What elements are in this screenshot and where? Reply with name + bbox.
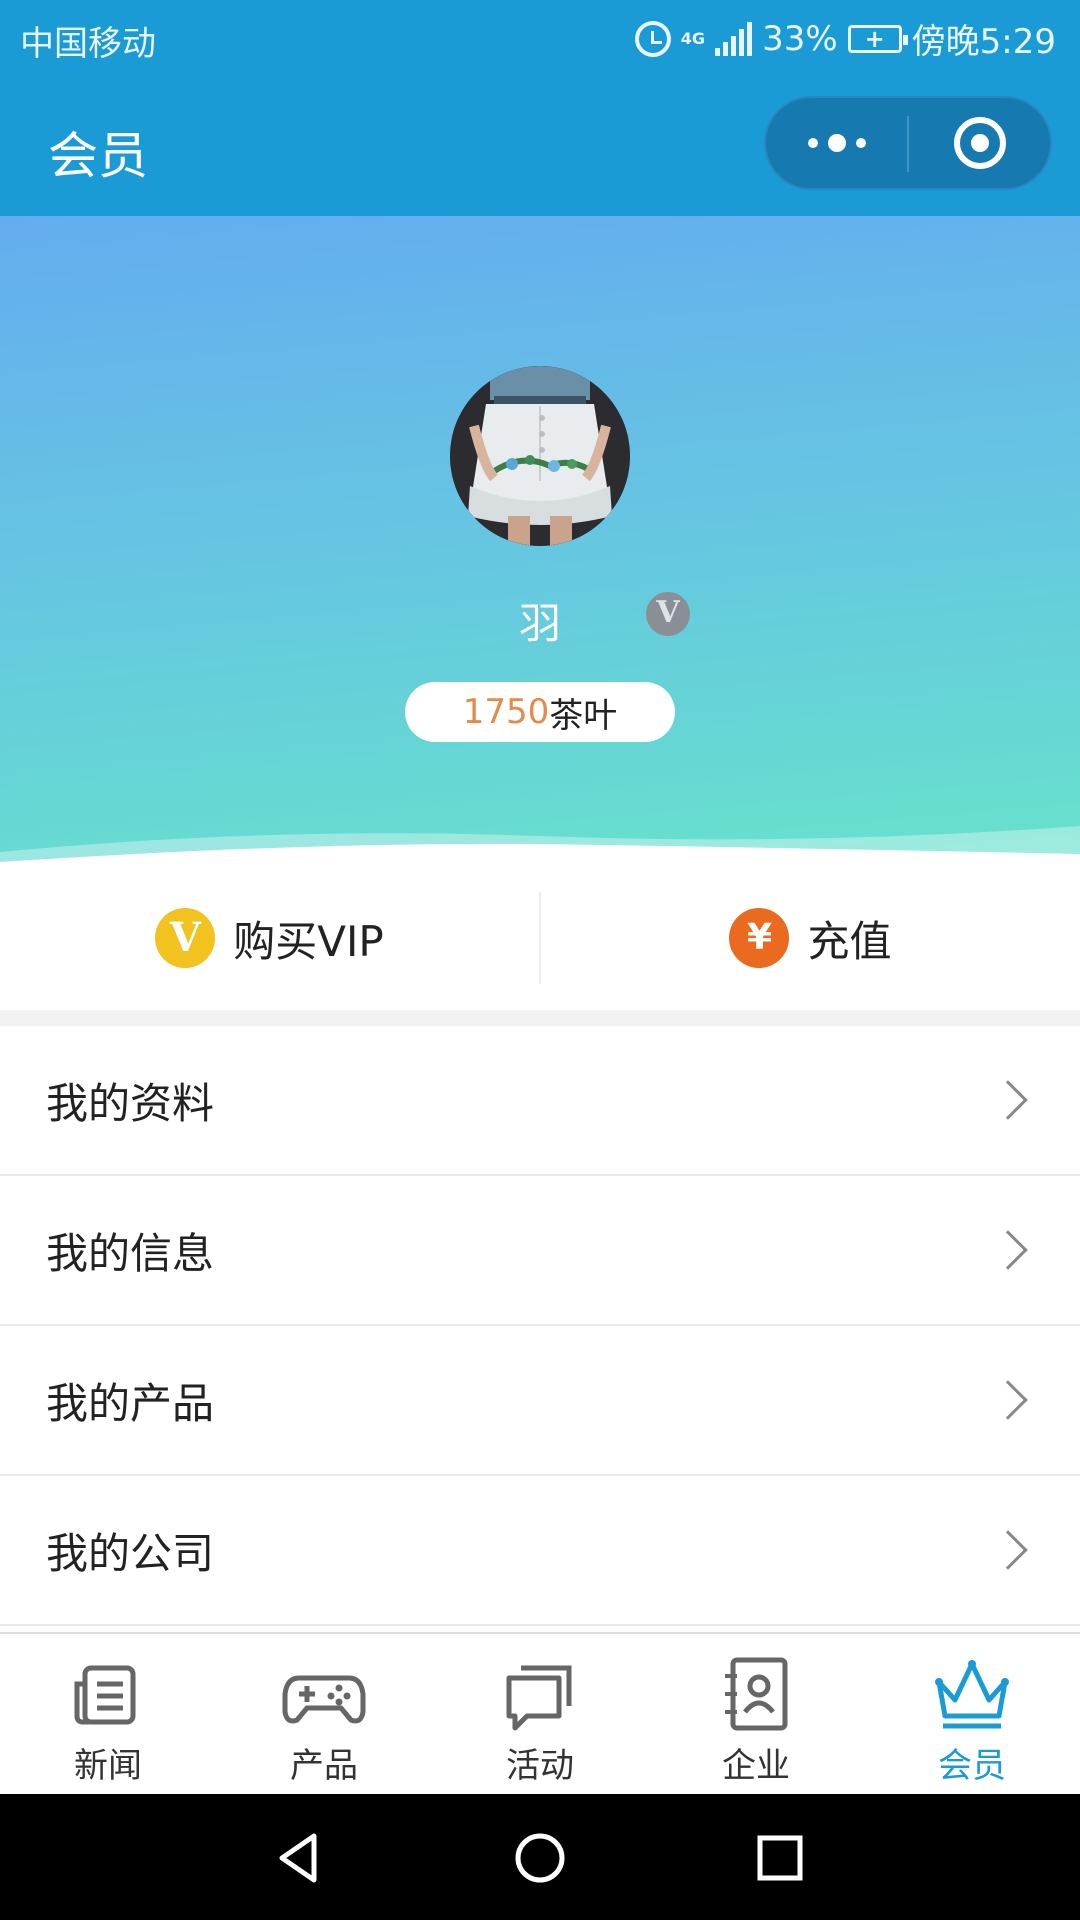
battery-percent: 33%	[762, 18, 838, 59]
vip-badge-icon: V	[646, 592, 690, 636]
action-row: V 购买VIP ¥ 充值	[0, 866, 1080, 1010]
menu-item-my-products[interactable]: 我的产品	[0, 1326, 1080, 1476]
buy-vip-label: 购买VIP	[233, 916, 384, 966]
tab-products[interactable]: 产品	[216, 1634, 432, 1794]
target-circle-icon	[953, 117, 1006, 169]
tab-label: 产品	[290, 1746, 358, 1786]
menu-item-my-info[interactable]: 我的信息	[0, 1176, 1080, 1326]
header-wave	[0, 826, 1080, 866]
back-triangle-icon[interactable]	[270, 1828, 330, 1888]
recents-square-icon[interactable]	[750, 1828, 810, 1888]
menu-item-label: 我的产品	[46, 1378, 215, 1428]
chevron-right-icon	[988, 1080, 1028, 1120]
avatar[interactable]	[450, 366, 630, 546]
profile-header: 羽 V 1750 茶叶	[0, 216, 1080, 866]
signal-icon	[715, 21, 753, 56]
menu-item-label: 我的信息	[46, 1228, 215, 1278]
tab-label: 新闻	[74, 1746, 142, 1786]
gamepad-icon	[282, 1675, 366, 1724]
crown-icon	[935, 1660, 1009, 1729]
menu-list: 我的资料 我的信息 我的产品 我的公司	[0, 1026, 1080, 1626]
network-type-icon: 4G	[680, 28, 706, 48]
menu-item-my-profile[interactable]: 我的资料	[0, 1026, 1080, 1176]
close-button[interactable]	[909, 98, 1050, 188]
chevron-right-icon	[988, 1230, 1028, 1270]
points-unit: 茶叶	[549, 695, 618, 736]
tab-label: 活动	[506, 1746, 574, 1786]
more-button[interactable]	[766, 98, 907, 188]
tab-member[interactable]: 会员	[864, 1634, 1080, 1794]
news-icon	[74, 1665, 136, 1725]
buy-vip-button[interactable]: V 购买VIP	[0, 866, 539, 1010]
tab-label: 会员	[938, 1746, 1006, 1786]
battery-charging-icon: +	[847, 24, 908, 53]
home-circle-icon[interactable]	[510, 1828, 570, 1888]
tab-bar: 新闻 产品 活动 企业 会员	[0, 1632, 1080, 1794]
points-value: 1750	[462, 692, 550, 732]
system-nav-bar	[0, 1794, 1080, 1920]
tab-activities[interactable]: 活动	[432, 1634, 648, 1794]
menu-item-label: 我的公司	[46, 1528, 215, 1578]
menu-item-label: 我的资料	[46, 1078, 215, 1128]
yuan-icon: ¥	[729, 908, 790, 968]
chevron-right-icon	[988, 1380, 1028, 1420]
page-title: 会员	[48, 127, 148, 185]
tab-enterprise[interactable]: 企业	[648, 1634, 864, 1794]
alarm-icon	[634, 20, 671, 57]
status-icons: 4G 33% + 傍晚5:29	[634, 14, 1056, 63]
points-pill[interactable]: 1750 茶叶	[405, 682, 675, 742]
chat-icon	[506, 1665, 572, 1731]
mini-program-capsule	[764, 96, 1052, 190]
section-gap	[0, 1010, 1080, 1026]
clock: 傍晚5:29	[911, 22, 1056, 62]
more-dots-icon	[807, 134, 866, 152]
tab-label: 企业	[722, 1746, 790, 1786]
menu-item-my-company[interactable]: 我的公司	[0, 1476, 1080, 1626]
carrier-label: 中国移动	[20, 24, 156, 64]
recharge-label: 充值	[807, 916, 892, 966]
nav-bar: 会员	[0, 74, 1080, 216]
user-name: 羽	[518, 599, 561, 648]
tab-news[interactable]: 新闻	[0, 1634, 216, 1794]
vip-icon: V	[155, 908, 216, 968]
avatar-image	[450, 366, 630, 546]
status-bar: 中国移动 4G 33% + 傍晚5:29	[0, 0, 1080, 74]
contact-card-icon	[725, 1657, 788, 1731]
recharge-button[interactable]: ¥ 充值	[541, 866, 1080, 1010]
chevron-right-icon	[988, 1530, 1028, 1570]
